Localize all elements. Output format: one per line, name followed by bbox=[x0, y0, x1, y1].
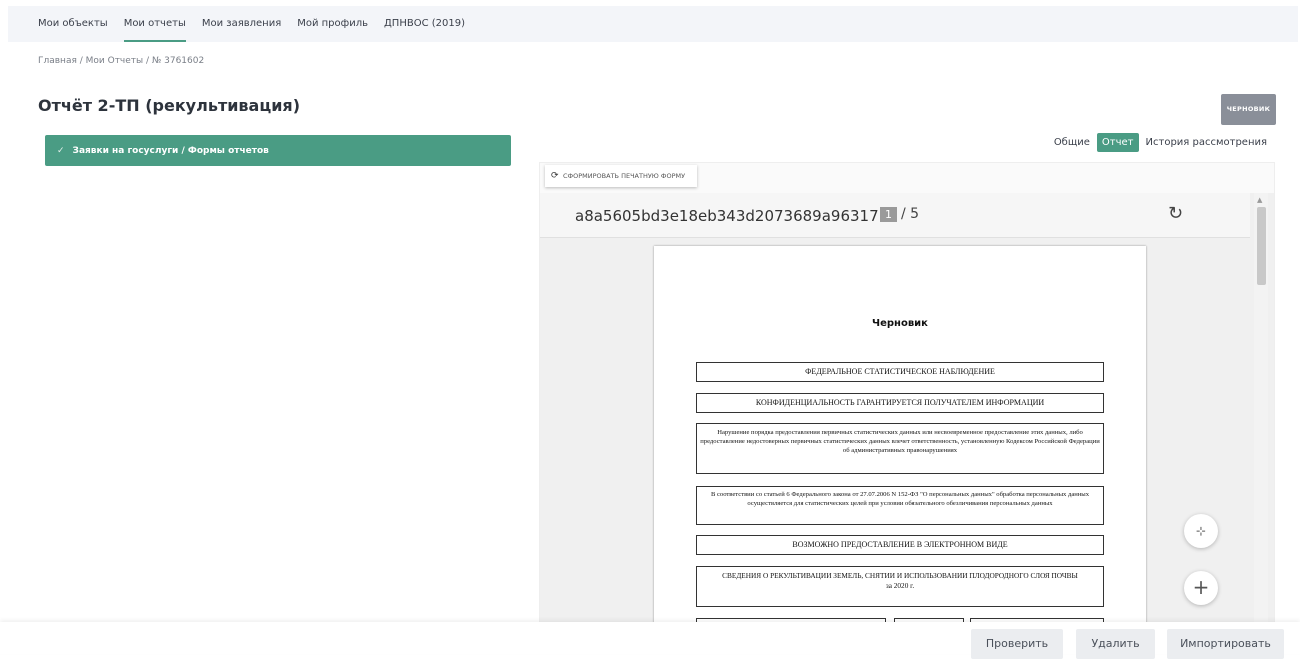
doc-box-report-title: СВЕДЕНИЯ О РЕКУЛЬТИВАЦИИ ЗЕМЕЛЬ, СНЯТИИ … bbox=[696, 566, 1104, 607]
current-page-input[interactable]: 1 bbox=[880, 206, 897, 222]
scrollbar-thumb[interactable] bbox=[1257, 207, 1266, 285]
nav-my-applications[interactable]: Мои заявления bbox=[202, 6, 281, 42]
doc-box-confidentiality: КОНФИДЕНЦИАЛЬНОСТЬ ГАРАНТИРУЕТСЯ ПОЛУЧАТ… bbox=[696, 393, 1104, 413]
document-draft-watermark: Черновик bbox=[872, 318, 928, 329]
nav-my-objects[interactable]: Мои объекты bbox=[38, 6, 108, 42]
viewer-scrollbar[interactable]: ▲ bbox=[1254, 193, 1268, 631]
rotate-icon[interactable]: ↻ bbox=[1168, 203, 1183, 224]
pdf-viewer: a8a5605bd3e18eb343d2073689a96317 1 / 5 ↻… bbox=[540, 193, 1274, 631]
nav-my-reports[interactable]: Мои отчеты bbox=[123, 6, 187, 42]
doc-box-personal-data-notice: В соответствии со статьей 6 Федерального… bbox=[696, 486, 1104, 525]
report-tabs: Общие Отчет История рассмотрения bbox=[1051, 133, 1270, 152]
check-button[interactable]: Проверить bbox=[971, 629, 1063, 659]
zoom-in-icon[interactable]: + bbox=[1184, 571, 1218, 605]
status-draft-button[interactable]: ЧЕРНОВИК bbox=[1221, 94, 1276, 125]
report-title-text: СВЕДЕНИЯ О РЕКУЛЬТИВАЦИИ ЗЕМЕЛЬ, СНЯТИИ … bbox=[722, 571, 1078, 580]
page-indicator: 1 / 5 bbox=[880, 206, 919, 222]
doc-box-electronic-submission: ВОЗМОЖНО ПРЕДОСТАВЛЕНИЕ В ЭЛЕКТРОННОМ ВИ… bbox=[696, 535, 1104, 555]
import-button[interactable]: Импортировать bbox=[1167, 629, 1284, 659]
document-id: a8a5605bd3e18eb343d2073689a96317 bbox=[575, 207, 879, 225]
bottom-action-bar: Проверить Удалить Импортировать bbox=[0, 622, 1300, 659]
doc-box-liability-notice: Нарушение порядка предоставления первичн… bbox=[696, 423, 1104, 474]
page-title: Отчёт 2-ТП (рекультивация) bbox=[38, 96, 301, 115]
tab-general[interactable]: Общие bbox=[1051, 133, 1093, 152]
check-icon: ✓ bbox=[57, 145, 65, 156]
document-page: Черновик ФЕДЕРАЛЬНОЕ СТАТИСТИЧЕСКОЕ НАБЛ… bbox=[654, 246, 1146, 631]
top-nav: Мои объекты Мои отчеты Мои заявления Мой… bbox=[8, 6, 1298, 42]
viewer-header: a8a5605bd3e18eb343d2073689a96317 1 / 5 ↻ bbox=[540, 193, 1250, 238]
report-period-text: за 2020 г. bbox=[885, 581, 915, 590]
total-pages: / 5 bbox=[901, 206, 920, 222]
section-bar-label: Заявки на госуслуги / Формы отчетов bbox=[72, 145, 269, 156]
refresh-icon: ⟳ bbox=[551, 171, 559, 181]
tab-review-history[interactable]: История рассмотрения bbox=[1143, 133, 1270, 152]
generate-print-form-button[interactable]: ⟳ СФОРМИРОВАТЬ ПЕЧАТНУЮ ФОРМУ bbox=[545, 165, 698, 187]
nav-my-profile[interactable]: Мой профиль bbox=[297, 6, 368, 42]
collapse-icon[interactable]: ⊹ bbox=[1184, 514, 1218, 548]
delete-button[interactable]: Удалить bbox=[1076, 629, 1155, 659]
tab-report[interactable]: Отчет bbox=[1096, 133, 1139, 152]
section-bar[interactable]: ✓ Заявки на госуслуги / Формы отчетов bbox=[45, 135, 511, 166]
scroll-up-icon[interactable]: ▲ bbox=[1257, 196, 1262, 204]
nav-dpnvos[interactable]: ДПНВОС (2019) bbox=[384, 6, 465, 42]
generate-print-form-label: СФОРМИРОВАТЬ ПЕЧАТНУЮ ФОРМУ bbox=[563, 172, 686, 180]
doc-box-federal-observation: ФЕДЕРАЛЬНОЕ СТАТИСТИЧЕСКОЕ НАБЛЮДЕНИЕ bbox=[696, 362, 1104, 382]
report-viewer-panel: ⟳ СФОРМИРОВАТЬ ПЕЧАТНУЮ ФОРМУ a8a5605bd3… bbox=[539, 162, 1275, 632]
breadcrumb[interactable]: Главная / Мои Отчеты / № 3761602 bbox=[38, 56, 204, 66]
